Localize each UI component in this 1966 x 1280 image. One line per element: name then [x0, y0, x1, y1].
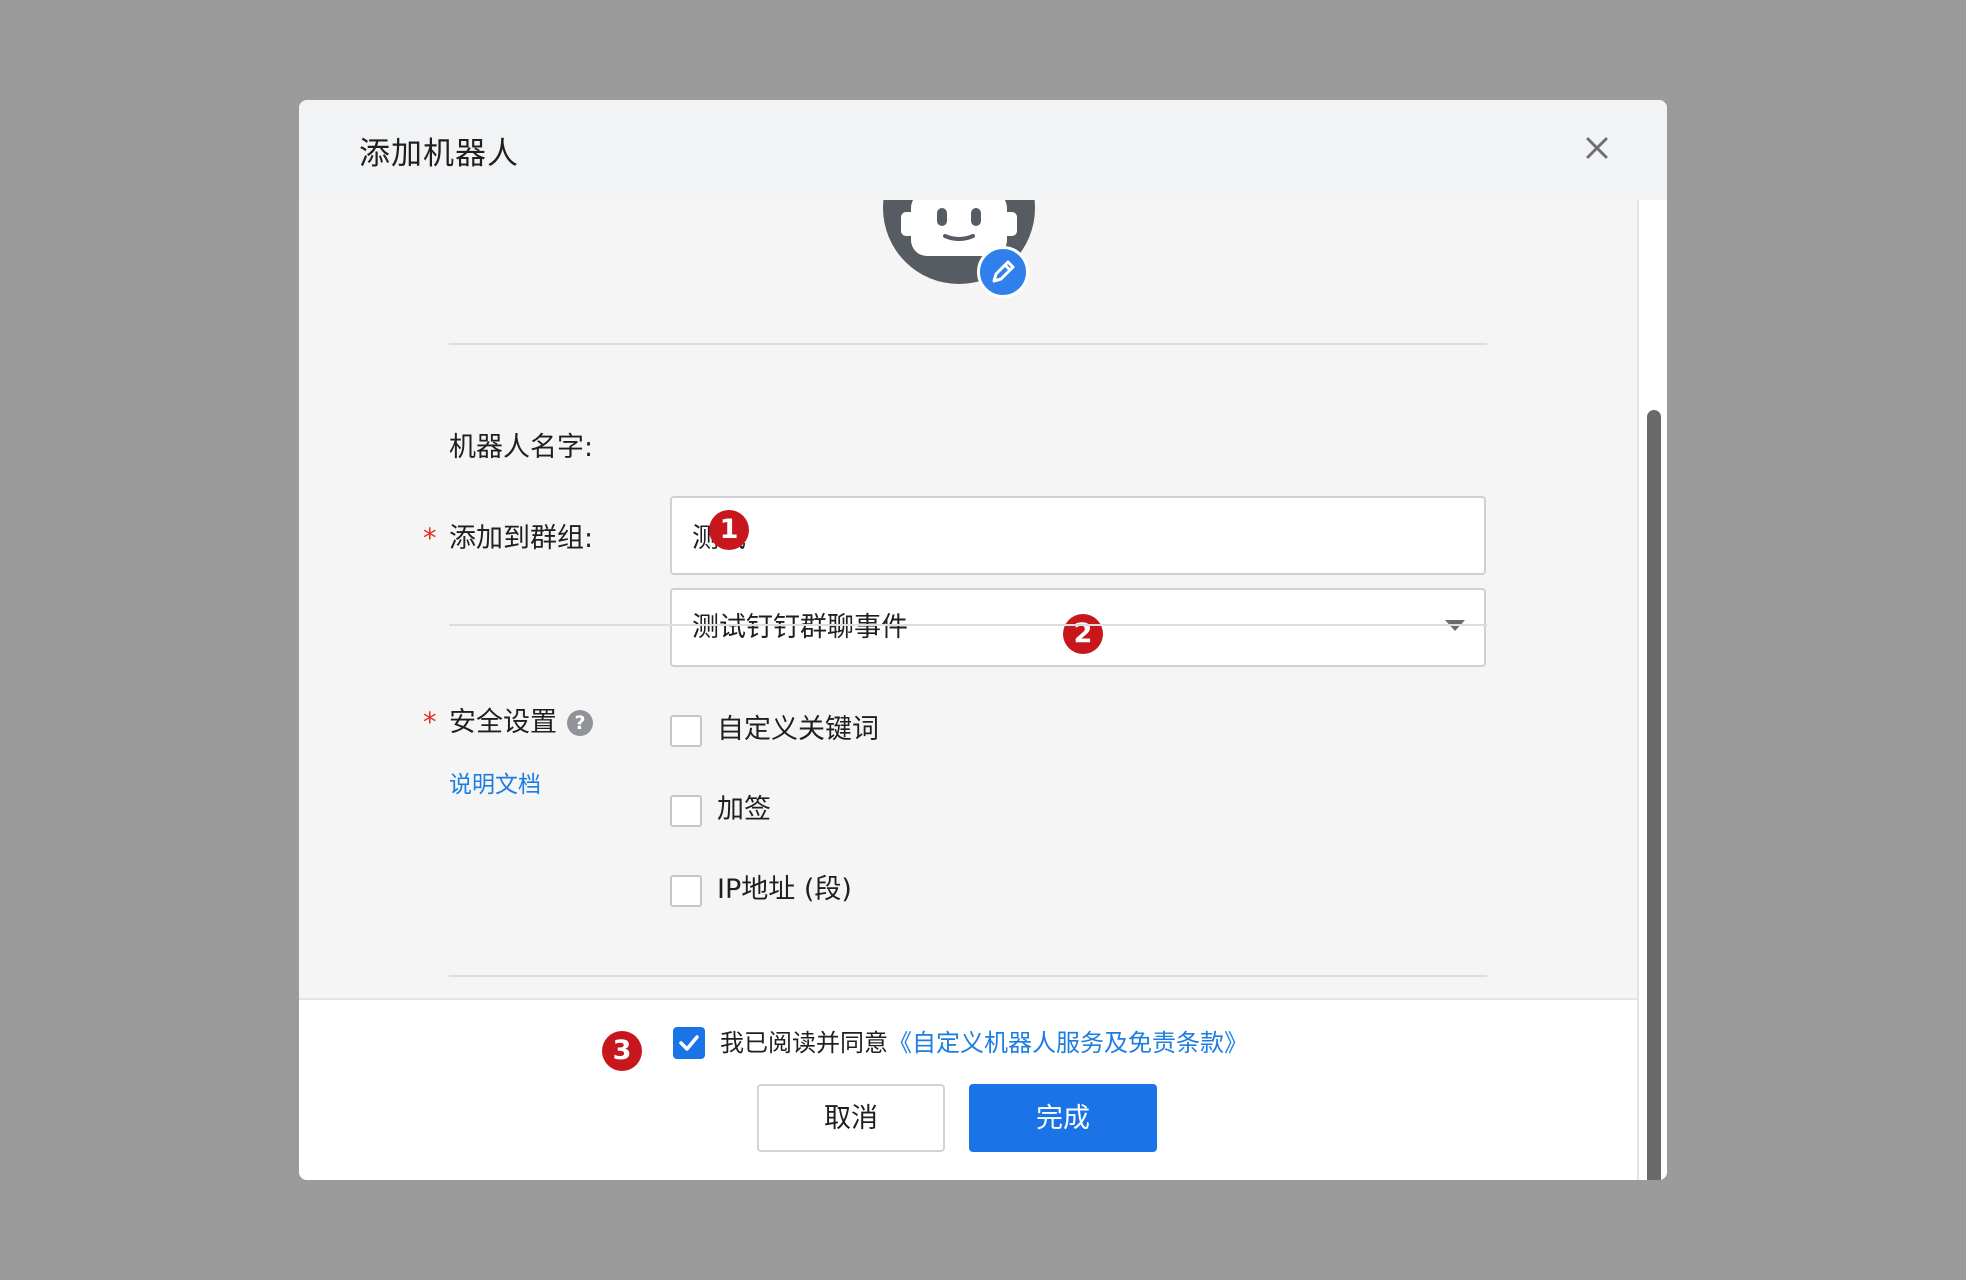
robot-avatar[interactable]: [879, 200, 1039, 304]
required-mark: *: [423, 523, 437, 554]
checkbox-signature[interactable]: [670, 795, 702, 827]
agree-text: 我已阅读并同意《自定义机器人服务及免责条款》: [720, 1027, 1248, 1059]
terms-link[interactable]: 《自定义机器人服务及免责条款》: [888, 1029, 1248, 1057]
group-label: 添加到群组:: [449, 523, 594, 554]
divider: [449, 343, 1487, 345]
doc-link[interactable]: 说明文档: [449, 765, 541, 799]
done-button[interactable]: 完成: [969, 1084, 1157, 1152]
scrollbar-thumb[interactable]: [1647, 410, 1661, 1180]
group-select-value: 测试钉钉群聊事件: [692, 612, 908, 643]
pencil-icon: [992, 260, 1015, 283]
scrollbar[interactable]: [1637, 200, 1667, 1180]
dialog-footer: 3 我已阅读并同意《自定义机器人服务及免责条款》 取消 完成: [299, 998, 1637, 1180]
dialog-title: 添加机器人: [359, 136, 519, 172]
checkbox-label-ip-address[interactable]: IP地址 (段): [717, 873, 852, 907]
robot-name-input[interactable]: [670, 496, 1486, 575]
close-icon: [1586, 137, 1608, 159]
checkbox-custom-keyword[interactable]: [670, 715, 702, 747]
dialog-body: 机器人名字: 1 * 添加到群组: 测试钉钉群聊事件 2 * 安全设置 ? 说明…: [299, 200, 1637, 1100]
annotation-marker-1: 1: [709, 510, 749, 550]
checkbox-label-custom-keyword[interactable]: 自定义关键词: [717, 713, 879, 747]
close-button[interactable]: [1579, 130, 1615, 166]
help-icon[interactable]: ?: [567, 710, 593, 736]
divider: [449, 624, 1487, 626]
agree-statement: 我已阅读并同意: [720, 1029, 888, 1057]
robot-name-label: 机器人名字:: [449, 432, 594, 463]
checkbox-ip-address[interactable]: [670, 875, 702, 907]
edit-avatar-button[interactable]: [977, 246, 1029, 298]
checkbox-label-signature[interactable]: 加签: [717, 793, 771, 827]
agree-checkbox[interactable]: [673, 1027, 705, 1059]
annotation-marker-2: 2: [1063, 614, 1103, 654]
security-settings-label: 安全设置: [449, 707, 557, 738]
divider: [449, 975, 1487, 977]
dialog-header: 添加机器人: [299, 100, 1667, 200]
cancel-button[interactable]: 取消: [757, 1084, 945, 1152]
add-robot-dialog: 机器人名字: 1 * 添加到群组: 测试钉钉群聊事件 2 * 安全设置 ? 说明…: [299, 100, 1667, 1180]
annotation-marker-3: 3: [602, 1031, 642, 1071]
required-mark: *: [423, 707, 437, 738]
checkmark-icon: [679, 1035, 699, 1051]
